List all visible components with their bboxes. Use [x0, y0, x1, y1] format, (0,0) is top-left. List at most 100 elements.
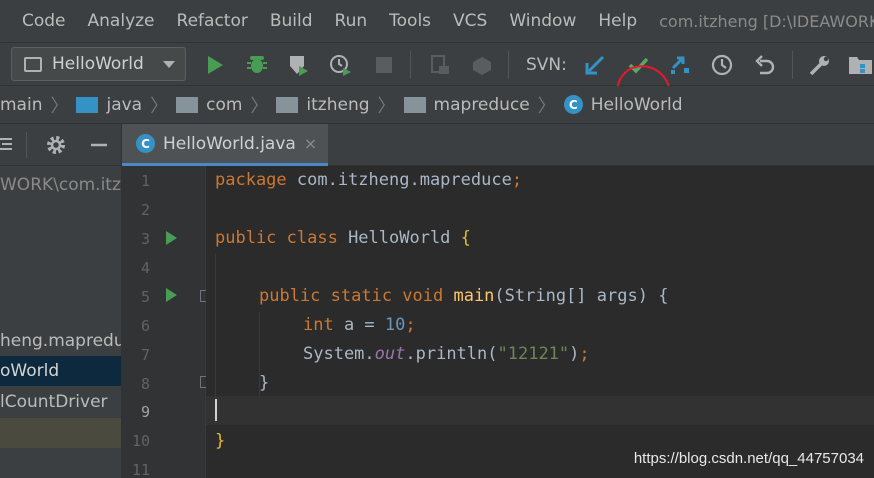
menu-vcs[interactable]: VCS — [453, 11, 487, 31]
code-editor[interactable]: package com.itzheng.mapreduce; public cl… — [206, 166, 874, 478]
svn-label: SVN: — [526, 55, 567, 75]
tree-item-highlighted[interactable] — [0, 418, 121, 448]
line-number: 1 — [140, 172, 150, 190]
chevron-right-icon: 〉 — [150, 95, 169, 117]
debug-icon[interactable] — [245, 53, 269, 77]
editor-tab-bar: C HelloWorld.java × — [122, 124, 874, 166]
chevron-right-icon: 〉 — [250, 95, 269, 117]
crumb-main[interactable]: main 〉 — [0, 92, 76, 118]
crumb-label: main — [0, 94, 43, 115]
line-number: 3 — [140, 230, 150, 248]
menu-window[interactable]: Window — [509, 11, 576, 31]
crumb-com[interactable]: com 〉 — [176, 92, 276, 118]
window-title: com.itzheng [D:\IDEAWORKS — [659, 11, 874, 31]
menu-run[interactable]: Run — [335, 11, 368, 31]
main-toolbar: HelloWorld SVN: — [0, 42, 874, 148]
class-name: HelloWorld — [337, 228, 461, 248]
stop-icon[interactable] — [372, 53, 396, 77]
package-folder-icon — [176, 96, 199, 113]
project-panel-toolbar — [0, 124, 121, 166]
line-number: 7 — [140, 346, 150, 364]
tree-item-helloworld[interactable]: oWorld — [0, 356, 121, 386]
history-icon[interactable] — [710, 53, 734, 77]
line-number: 6 — [140, 317, 150, 335]
semicolon: ; — [511, 170, 523, 190]
run-configuration-dropdown[interactable]: HelloWorld — [11, 47, 186, 81]
menu-bar: Code Analyze Refactor Build Run Tools VC… — [0, 0, 874, 42]
crumb-java[interactable]: java 〉 — [76, 92, 176, 118]
watermark: https://blog.csdn.net/qq_44757034 — [633, 450, 864, 467]
toolbar-separator — [508, 51, 509, 79]
line-number: 11 — [131, 461, 150, 478]
toolbar-separator — [792, 51, 793, 79]
system-class: System. — [303, 344, 375, 364]
string-literal: "12121" — [497, 344, 570, 364]
code-line-6: int a = 10; — [303, 315, 416, 335]
package-folder-icon — [403, 96, 426, 113]
crumb-helloworld[interactable]: C HelloWorld — [563, 95, 683, 115]
method-params: (String[] args) — [494, 286, 659, 306]
chevron-down-icon — [163, 61, 175, 68]
class-icon: C — [563, 95, 583, 114]
static-field: out — [374, 344, 406, 364]
run-class-gutter-icon[interactable] — [166, 231, 177, 245]
gear-icon[interactable] — [45, 134, 67, 160]
attach-icon[interactable] — [428, 53, 452, 77]
code-line-5: public static void main(String[] args) { — [259, 286, 668, 306]
menu-help[interactable]: Help — [598, 11, 637, 31]
brace: { — [460, 228, 471, 248]
line-number: 10 — [131, 432, 150, 450]
run-icon[interactable] — [203, 53, 227, 77]
revert-icon[interactable] — [753, 53, 777, 77]
project-path-row[interactable]: WORK\com.itzh — [0, 170, 121, 200]
chevron-right-icon: 〉 — [50, 95, 69, 117]
run-config-icon — [24, 56, 42, 72]
profile-icon[interactable] — [329, 53, 353, 77]
build-icon[interactable] — [470, 53, 494, 77]
crumb-label: java — [106, 94, 143, 115]
menu-tools[interactable]: Tools — [389, 11, 431, 31]
line-number: 4 — [140, 259, 150, 277]
panel-separator — [26, 132, 27, 158]
line-number: 8 — [140, 375, 150, 393]
package-folder-icon — [276, 96, 299, 113]
tab-helloworld-java[interactable]: C HelloWorld.java × — [122, 124, 328, 166]
crumb-mapreduce[interactable]: mapreduce 〉 — [403, 92, 564, 118]
current-line-highlight — [206, 396, 874, 425]
menu-refactor[interactable]: Refactor — [177, 11, 248, 31]
run-main-gutter-icon[interactable] — [166, 288, 177, 302]
tree-item-package[interactable]: heng.mapreduce — [0, 326, 121, 356]
svn-update-icon[interactable] — [583, 53, 607, 77]
project-panel: WORK\com.itzh heng.mapreduce oWorld lCou… — [0, 124, 122, 478]
breadcrumb: main 〉 java 〉 com 〉 itzheng 〉 mapreduce 〉 C He… — [0, 86, 874, 124]
class-icon: C — [136, 134, 155, 153]
code-line-8: } — [259, 373, 269, 393]
menu-code[interactable]: Code — [22, 11, 66, 31]
crumb-label: itzheng — [306, 94, 370, 115]
line-number: 2 — [140, 201, 150, 219]
line-number: 5 — [140, 288, 150, 306]
close-icon[interactable]: × — [304, 134, 317, 153]
code-line-7: System.out.println("12121"); — [303, 344, 590, 364]
coverage-icon[interactable] — [286, 53, 310, 77]
project-structure-icon[interactable] — [848, 53, 872, 77]
svn-compare-icon[interactable] — [668, 53, 692, 77]
menu-analyze[interactable]: Analyze — [88, 11, 155, 31]
keyword: public static void — [259, 286, 444, 306]
collapse-icon[interactable] — [0, 133, 16, 159]
brace: } — [259, 373, 270, 393]
paren: ) — [569, 344, 580, 364]
menu-build[interactable]: Build — [270, 11, 313, 31]
toolbar-separator — [410, 51, 411, 79]
crumb-itzheng[interactable]: itzheng 〉 — [276, 92, 403, 118]
code-line-3: public class HelloWorld { — [215, 228, 471, 248]
line-number: 9 — [140, 403, 150, 421]
keyword: public class — [215, 228, 338, 248]
method-call: .println( — [405, 344, 498, 364]
editor-gutter: 1 2 3 4 5 6 7 8 9 10 11 — [122, 166, 212, 478]
variable: a = — [333, 315, 385, 335]
settings-wrench-icon[interactable] — [808, 53, 832, 77]
brace: } — [215, 431, 226, 451]
minimize-icon[interactable] — [88, 134, 110, 160]
tree-item-wordcountdriver[interactable]: lCountDriver — [0, 387, 121, 417]
